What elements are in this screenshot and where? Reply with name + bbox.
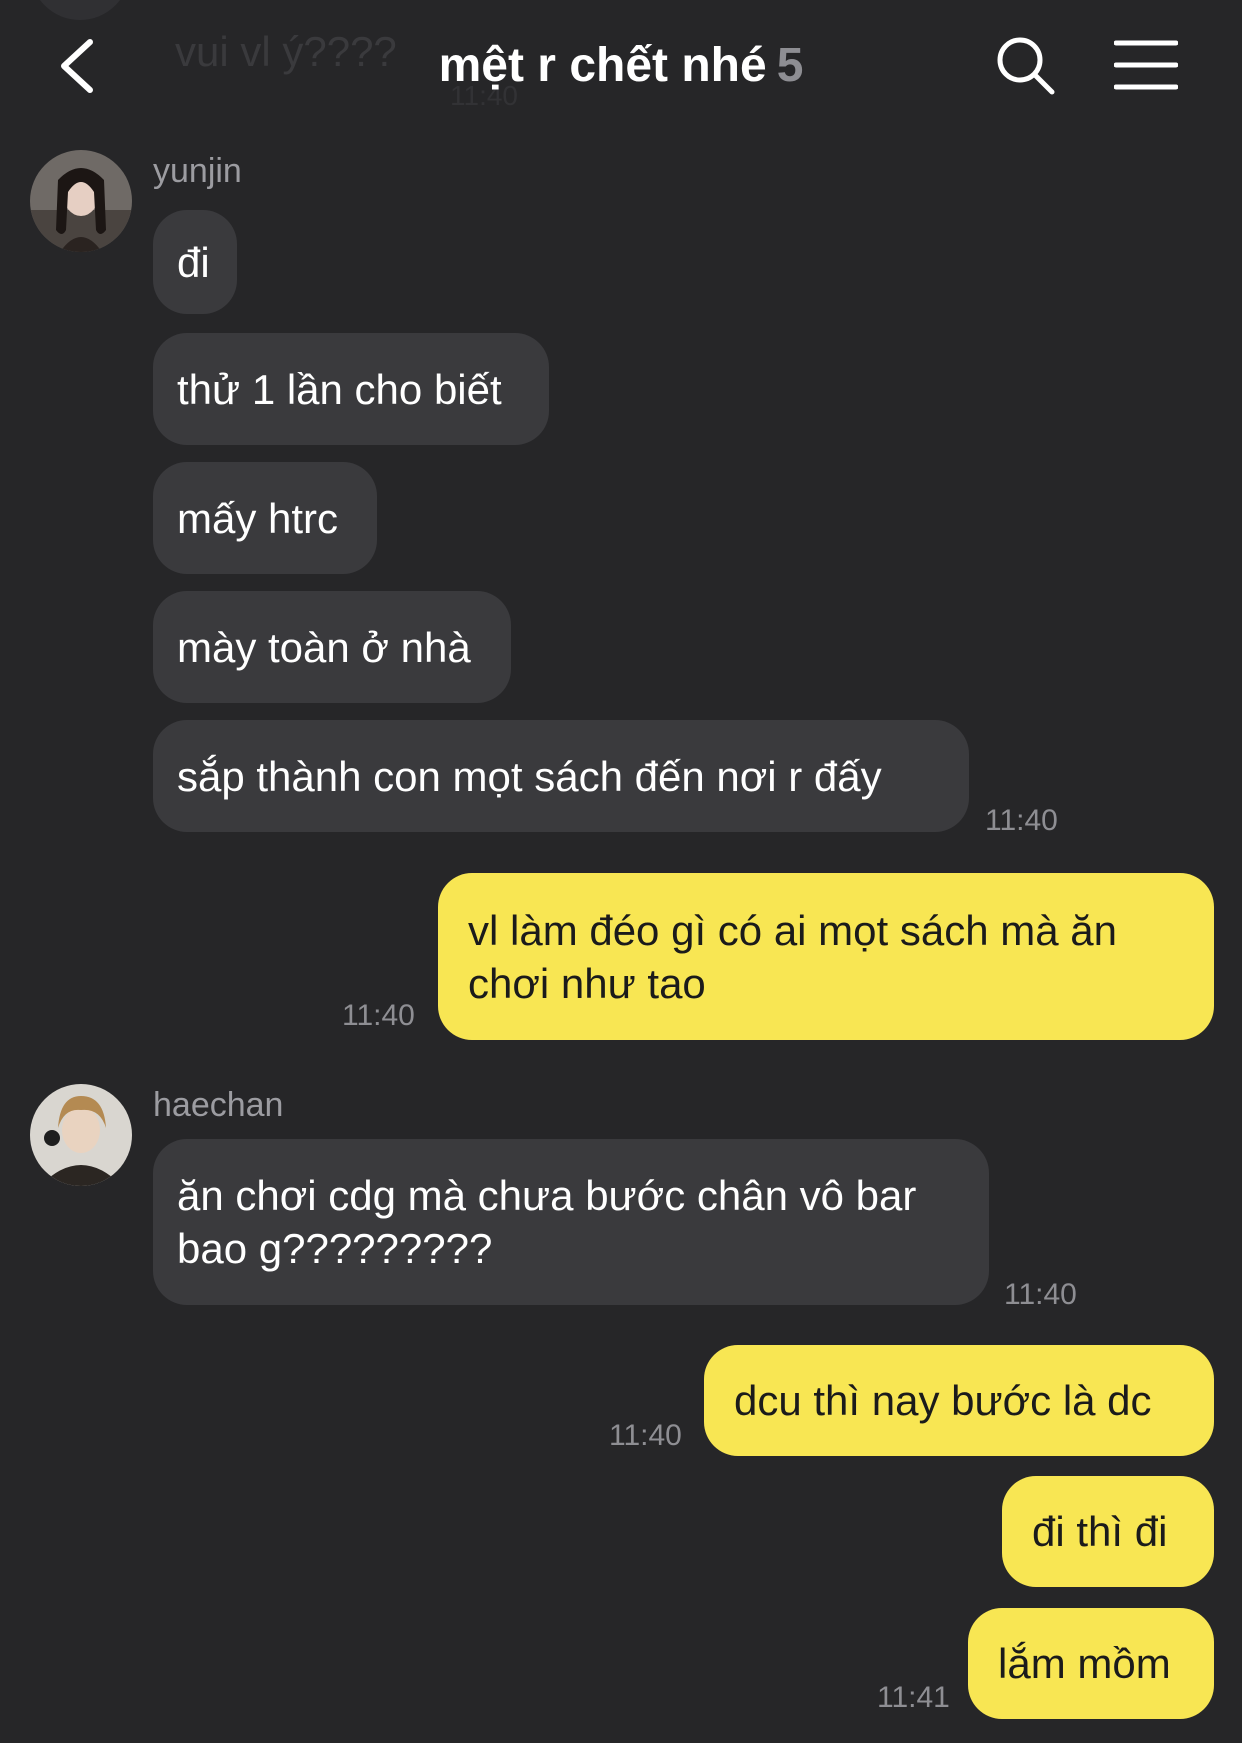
message-time: 11:40 xyxy=(1004,1278,1077,1311)
message-bubble[interactable]: mày toàn ở nhà xyxy=(153,591,511,703)
message-bubble[interactable]: thử 1 lần cho biết xyxy=(153,333,549,445)
message-time: 11:40 xyxy=(342,999,415,1032)
message-bubble[interactable]: sắp thành con mọt sách đến nơi r đấy xyxy=(153,720,969,832)
search-icon xyxy=(997,37,1055,95)
message-text: mày toàn ở nhà xyxy=(177,623,471,671)
message-text: sắp thành con mọt sách đến nơi r đấy xyxy=(177,752,882,800)
message-text: ăn chơi cdg mà chưa bước chân vô bar bao… xyxy=(177,1172,917,1272)
message-bubble[interactable]: mấy htrc xyxy=(153,462,377,574)
message-bubble[interactable]: vl làm đéo gì có ai mọt sách mà ăn chơi … xyxy=(438,873,1214,1040)
avatar[interactable] xyxy=(30,1084,132,1186)
message-text: thử 1 lần cho biết xyxy=(177,365,502,413)
message-text: đi xyxy=(177,238,210,286)
message-time: 11:40 xyxy=(609,1419,682,1452)
message-time: 11:41 xyxy=(877,1681,950,1714)
search-button[interactable] xyxy=(994,34,1058,98)
back-button[interactable] xyxy=(52,34,108,98)
chevron-left-icon xyxy=(61,39,93,93)
message-bubble[interactable]: dcu thì nay bước là dc xyxy=(704,1345,1214,1456)
message-text: dcu thì nay bước là dc xyxy=(734,1377,1152,1424)
message-time: 11:40 xyxy=(985,804,1058,837)
message-text: đi thì đi xyxy=(1032,1508,1168,1555)
message-text: lắm mồm xyxy=(998,1640,1171,1687)
profile-photo xyxy=(30,150,132,252)
profile-photo xyxy=(30,1084,132,1186)
message-bubble[interactable]: đi thì đi xyxy=(1002,1476,1214,1587)
member-count: 5 xyxy=(776,39,804,92)
avatar[interactable] xyxy=(30,150,132,252)
chat-title-text: mệt r chết nhé xyxy=(438,39,767,92)
message-bubble[interactable]: lắm mồm xyxy=(968,1608,1214,1719)
message-text: vl làm đéo gì có ai mọt sách mà ăn chơi … xyxy=(468,906,1117,1007)
menu-button[interactable] xyxy=(1113,38,1179,94)
sender-name: haechan xyxy=(153,1086,284,1124)
chat-header: mệt r chết nhé 5 xyxy=(0,0,1242,135)
message-bubble[interactable]: đi xyxy=(153,210,237,314)
message-text: mấy htrc xyxy=(177,494,339,542)
sender-name: yunjin xyxy=(153,152,242,190)
chat-title: mệt r chết nhé 5 xyxy=(300,38,942,93)
message-bubble[interactable]: ăn chơi cdg mà chưa bước chân vô bar bao… xyxy=(153,1139,989,1305)
hamburger-menu-icon xyxy=(1113,40,1179,90)
